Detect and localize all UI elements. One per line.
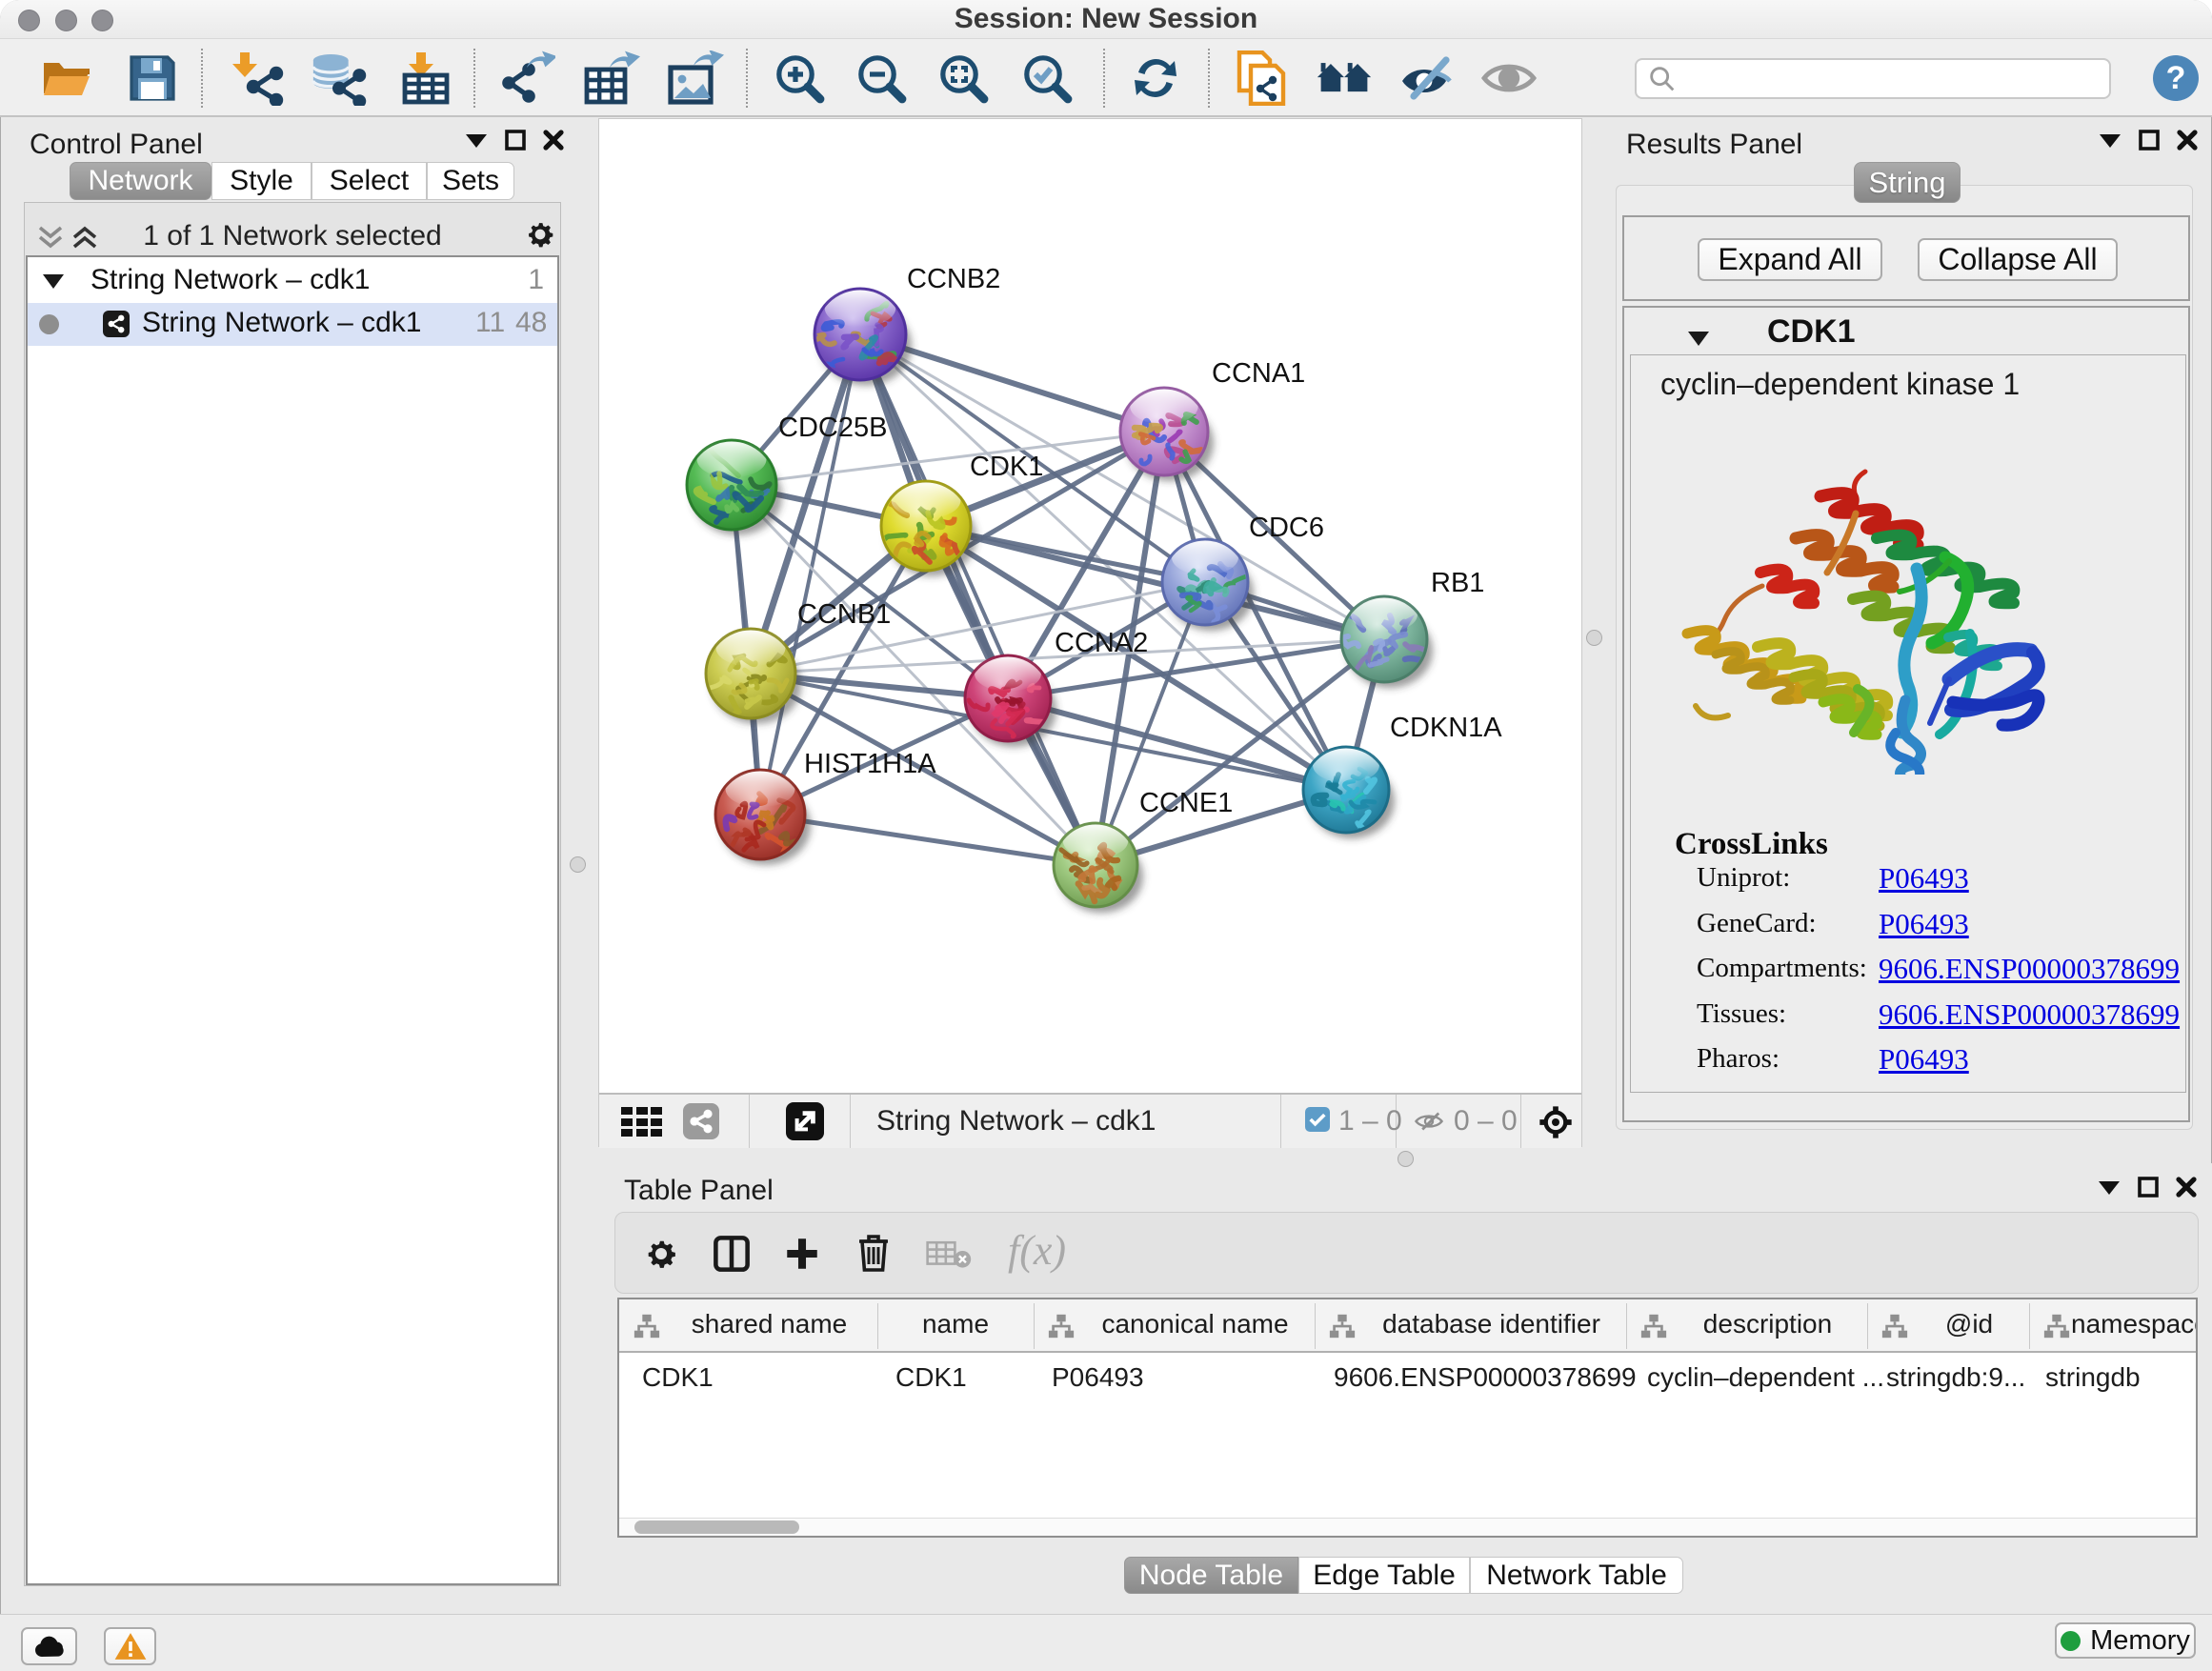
svg-text:CDKN1A: CDKN1A [1390, 713, 1502, 743]
svg-text:HIST1H1A: HIST1H1A [804, 749, 936, 779]
svg-text:CCNA1: CCNA1 [1212, 358, 1305, 389]
svg-text:CCNB1: CCNB1 [797, 599, 891, 630]
svg-text:CDC25B: CDC25B [778, 413, 887, 443]
svg-text:?: ? [2166, 60, 2186, 96]
svg-text:CDC6: CDC6 [1249, 513, 1324, 543]
svg-text:CDK1: CDK1 [970, 452, 1043, 482]
svg-text:RB1: RB1 [1431, 568, 1484, 598]
svg-text:CCNB2: CCNB2 [907, 264, 1000, 294]
svg-text:CCNA2: CCNA2 [1055, 628, 1148, 658]
svg-text:CCNE1: CCNE1 [1139, 788, 1233, 818]
